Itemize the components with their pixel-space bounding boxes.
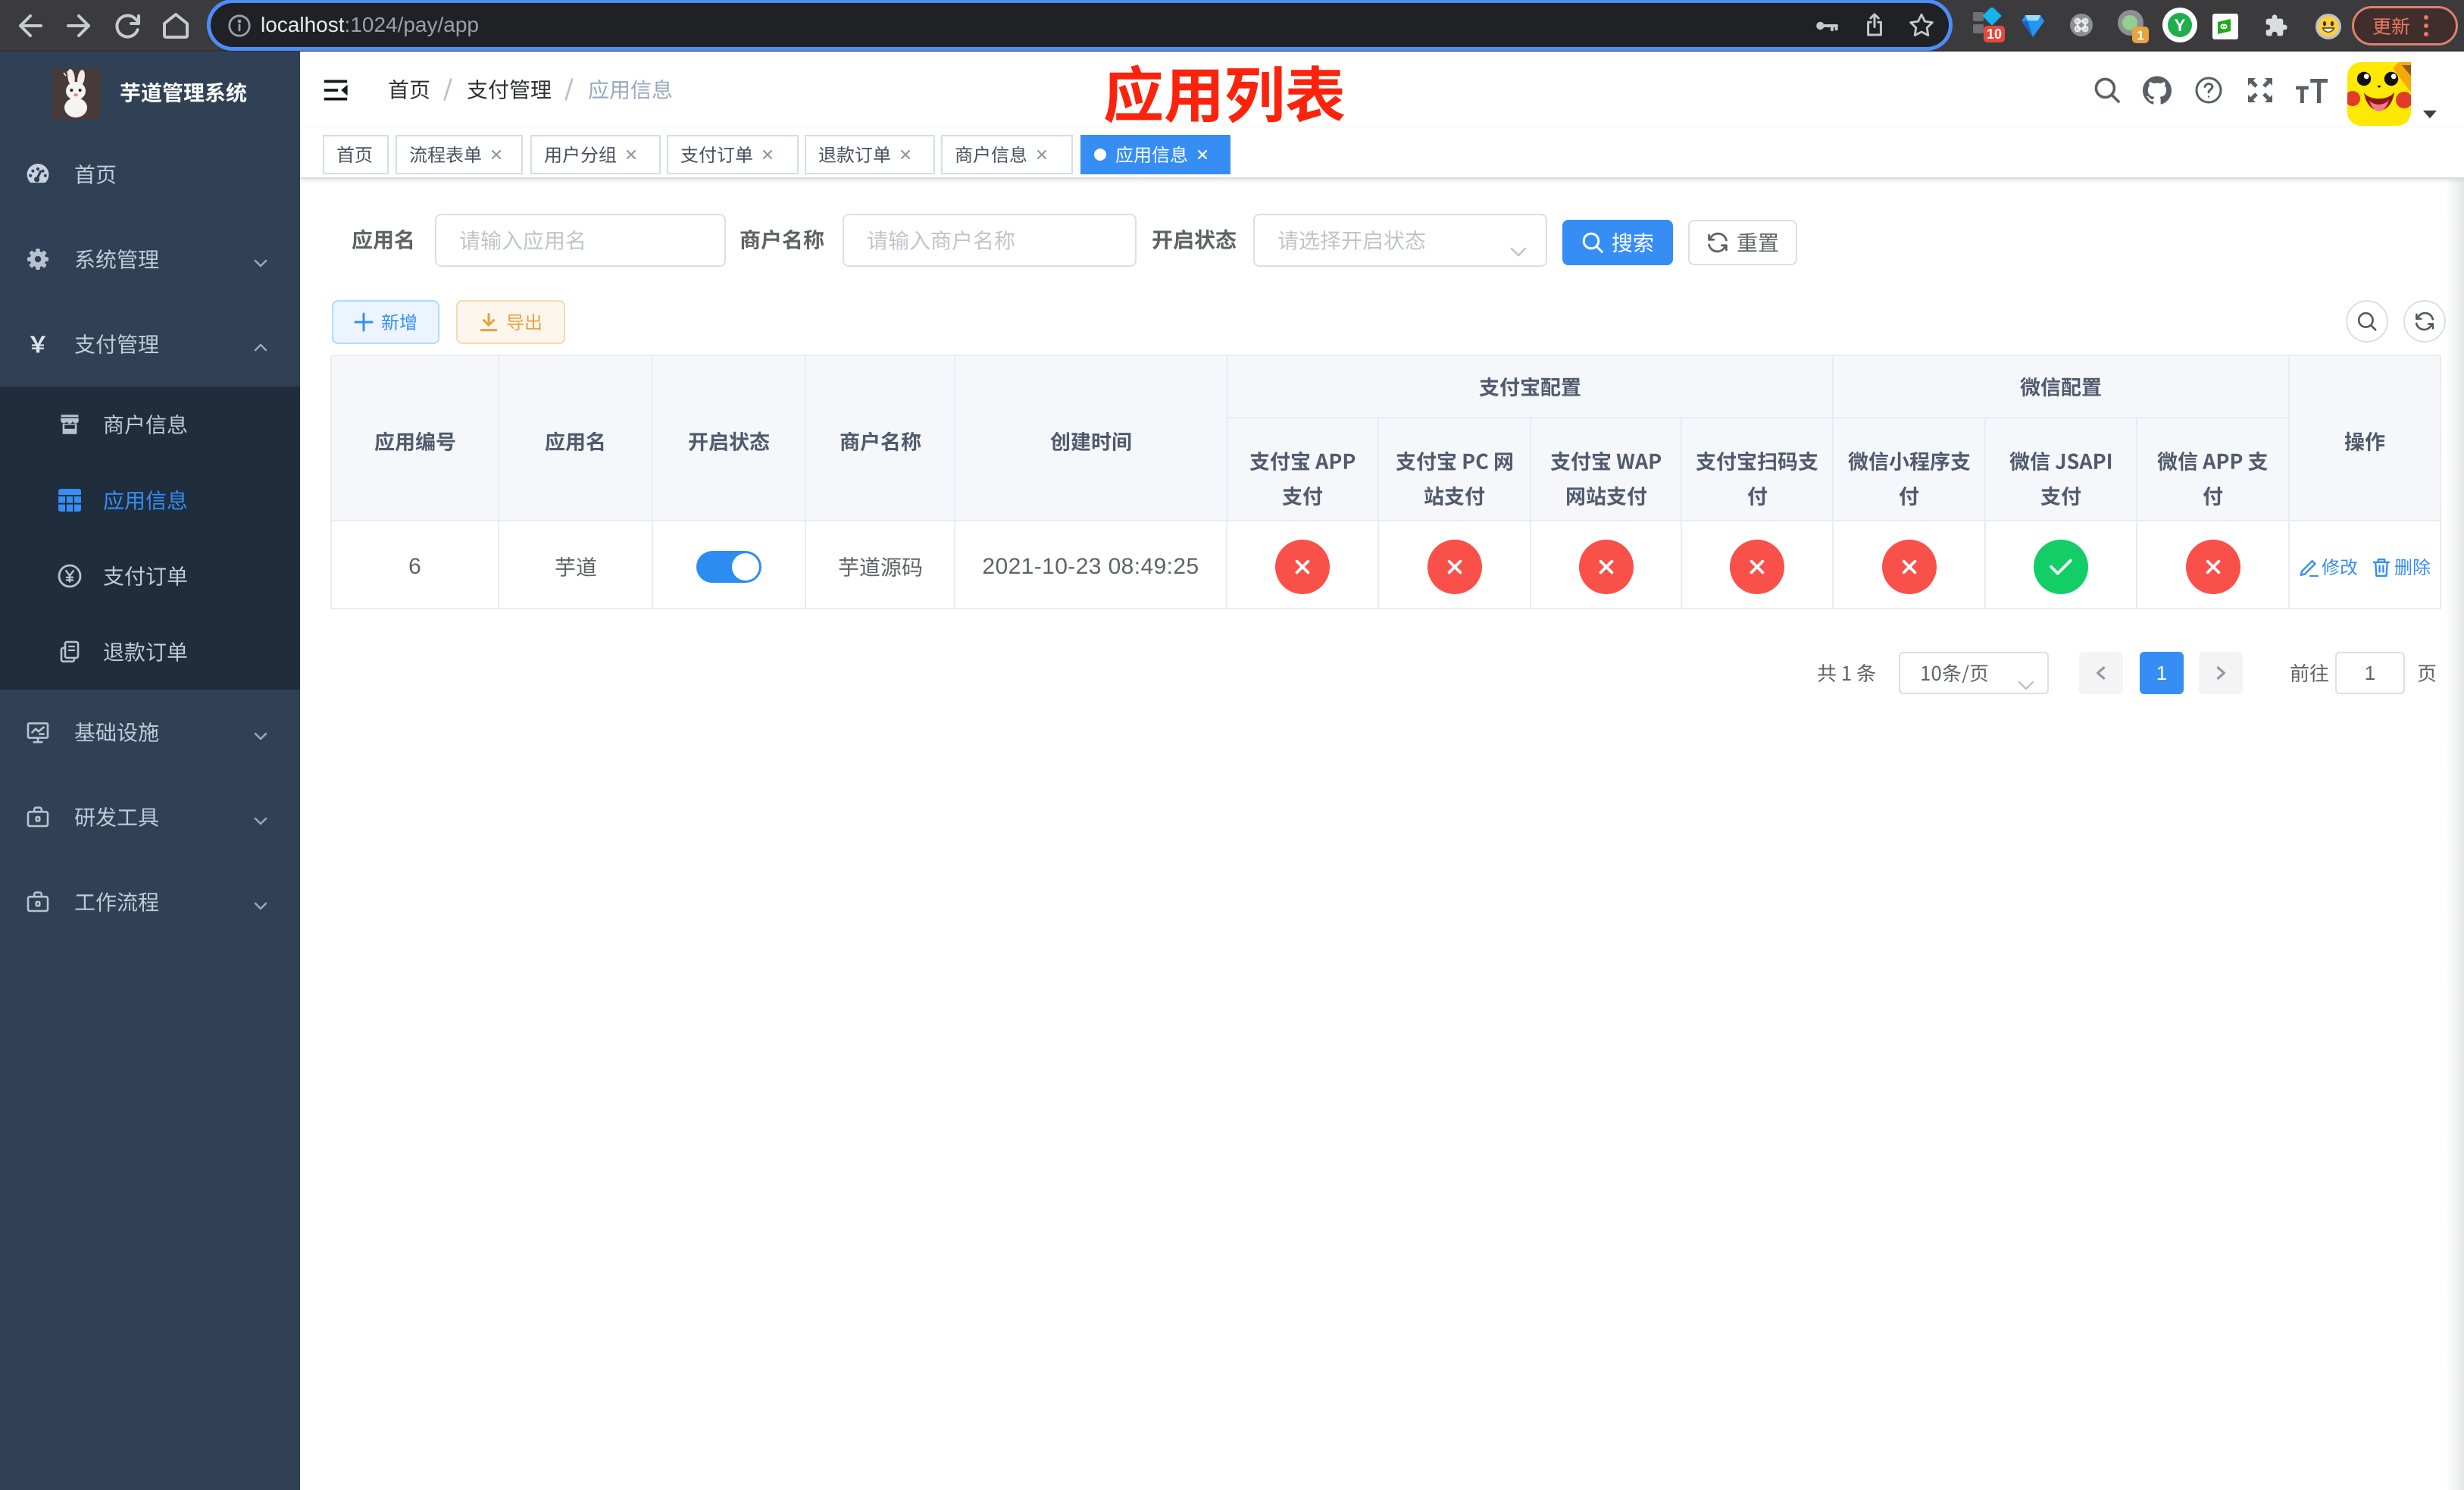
svg-text:1: 1 [2137, 27, 2144, 42]
svg-text:10: 10 [1987, 27, 2002, 42]
svg-text:Y: Y [2175, 16, 2186, 35]
